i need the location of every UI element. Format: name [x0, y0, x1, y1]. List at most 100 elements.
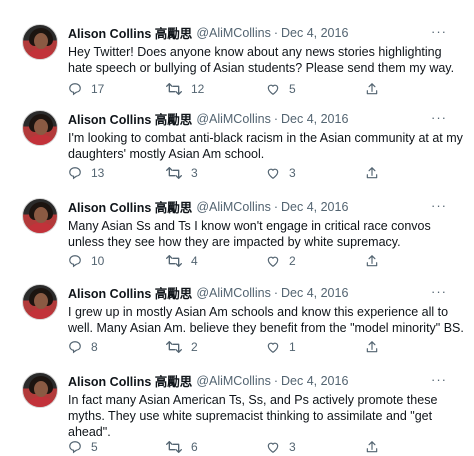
retweet-icon: [166, 440, 182, 453]
like-count: 2: [289, 254, 296, 268]
author-name[interactable]: Alison Collins 高勵思: [68, 371, 192, 390]
reply-count: 10: [91, 254, 105, 268]
retweet-button[interactable]: 6: [166, 440, 198, 454]
reply-count: 13: [91, 166, 105, 180]
like-count: 5: [289, 82, 296, 96]
separator-dot: ·: [273, 111, 278, 126]
author-name[interactable]: Alison Collins 高勵思: [68, 283, 192, 302]
retweet-icon: [166, 167, 182, 179]
share-icon: [366, 341, 378, 353]
heart-icon: [267, 84, 279, 95]
more-options-icon[interactable]: ···: [431, 284, 447, 299]
tweet-text: In fact many Asian American Ts, Ss, and …: [68, 393, 438, 439]
more-options-icon[interactable]: ···: [431, 24, 447, 39]
author-handle[interactable]: @AliMCollins: [196, 26, 271, 40]
tweet-header: Alison Collins 高勵思 @AliMCollins · Dec 4,…: [68, 371, 348, 390]
author-handle[interactable]: @AliMCollins: [196, 374, 271, 388]
tweet-text: I grew up in mostly Asian Am schools and…: [68, 305, 464, 335]
reply-button[interactable]: 8: [68, 340, 98, 354]
retweet-count: 2: [191, 340, 198, 354]
tweet-actions: 13 3 3: [68, 166, 398, 182]
retweet-button[interactable]: 2: [166, 340, 198, 354]
user-avatar[interactable]: [22, 110, 58, 146]
retweet-button[interactable]: 12: [166, 82, 204, 96]
share-icon: [366, 83, 378, 95]
retweet-icon: [166, 340, 182, 353]
like-button[interactable]: 5: [266, 82, 296, 96]
heart-icon: [267, 256, 279, 267]
heart-icon: [267, 442, 279, 453]
more-options-icon[interactable]: ···: [431, 198, 447, 213]
share-button[interactable]: [365, 166, 379, 180]
like-button[interactable]: 3: [266, 166, 296, 180]
tweet-actions: 10 4 2: [68, 254, 398, 270]
like-button[interactable]: 2: [266, 254, 296, 268]
separator-dot: ·: [273, 25, 278, 40]
reply-icon: [69, 83, 81, 96]
separator-dot: ·: [273, 373, 278, 388]
like-count: 3: [289, 440, 296, 454]
retweet-icon: [166, 82, 182, 95]
user-avatar[interactable]: [22, 198, 58, 234]
retweet-button[interactable]: 4: [166, 254, 198, 268]
share-button[interactable]: [365, 440, 379, 454]
author-handle[interactable]: @AliMCollins: [196, 200, 271, 214]
author-handle[interactable]: @AliMCollins: [196, 286, 271, 300]
retweet-count: 3: [191, 166, 198, 180]
tweet-text: Many Asian Ss and Ts I know won't engage…: [68, 219, 431, 249]
retweet-count: 12: [191, 82, 205, 96]
tweet-date[interactable]: Dec 4, 2016: [281, 200, 348, 214]
reply-icon: [69, 255, 81, 268]
separator-dot: ·: [273, 285, 278, 300]
reply-icon: [69, 341, 81, 354]
tweet-date[interactable]: Dec 4, 2016: [281, 112, 348, 126]
tweet-date[interactable]: Dec 4, 2016: [281, 374, 348, 388]
retweet-icon: [166, 255, 182, 268]
tweet-actions: 8 2 1: [68, 340, 398, 356]
user-avatar[interactable]: [22, 284, 58, 320]
reply-button[interactable]: 5: [68, 440, 98, 454]
tweet-date[interactable]: Dec 4, 2016: [281, 26, 348, 40]
share-button[interactable]: [365, 340, 379, 354]
share-icon: [366, 255, 378, 267]
reply-button[interactable]: 13: [68, 166, 104, 180]
tweet-actions: 5 6 3: [68, 440, 398, 456]
heart-icon: [267, 342, 279, 353]
reply-count: 5: [91, 440, 98, 454]
author-name[interactable]: Alison Collins 高勵思: [68, 23, 192, 42]
user-avatar[interactable]: [22, 372, 58, 408]
reply-count: 17: [91, 82, 105, 96]
like-count: 1: [289, 340, 296, 354]
share-icon: [366, 167, 378, 179]
tweet-date[interactable]: Dec 4, 2016: [281, 286, 348, 300]
share-button[interactable]: [365, 254, 379, 268]
like-button[interactable]: 1: [266, 340, 296, 354]
retweet-button[interactable]: 3: [166, 166, 198, 180]
more-options-icon[interactable]: ···: [431, 110, 447, 125]
author-name[interactable]: Alison Collins 高勵思: [68, 197, 192, 216]
author-name[interactable]: Alison Collins 高勵思: [68, 109, 192, 128]
reply-icon: [69, 441, 81, 454]
reply-button[interactable]: 17: [68, 82, 104, 96]
separator-dot: ·: [273, 199, 278, 214]
tweet-header: Alison Collins 高勵思 @AliMCollins · Dec 4,…: [68, 283, 348, 302]
tweet-actions: 17 12 5: [68, 82, 398, 98]
tweet-text: I'm looking to combat anti-black racism …: [68, 131, 463, 161]
reply-icon: [69, 167, 81, 180]
author-handle[interactable]: @AliMCollins: [196, 112, 271, 126]
share-icon: [366, 441, 378, 453]
user-avatar[interactable]: [22, 24, 58, 60]
reply-count: 8: [91, 340, 98, 354]
more-options-icon[interactable]: ···: [431, 372, 447, 387]
heart-icon: [267, 168, 279, 179]
tweet-header: Alison Collins 高勵思 @AliMCollins · Dec 4,…: [68, 23, 348, 42]
tweet-header: Alison Collins 高勵思 @AliMCollins · Dec 4,…: [68, 109, 348, 128]
like-count: 3: [289, 166, 296, 180]
tweet-header: Alison Collins 高勵思 @AliMCollins · Dec 4,…: [68, 197, 348, 216]
share-button[interactable]: [365, 82, 379, 96]
retweet-count: 6: [191, 440, 198, 454]
like-button[interactable]: 3: [266, 440, 296, 454]
reply-button[interactable]: 10: [68, 254, 104, 268]
tweet-text: Hey Twitter! Does anyone know about any …: [68, 45, 455, 75]
retweet-count: 4: [191, 254, 198, 268]
